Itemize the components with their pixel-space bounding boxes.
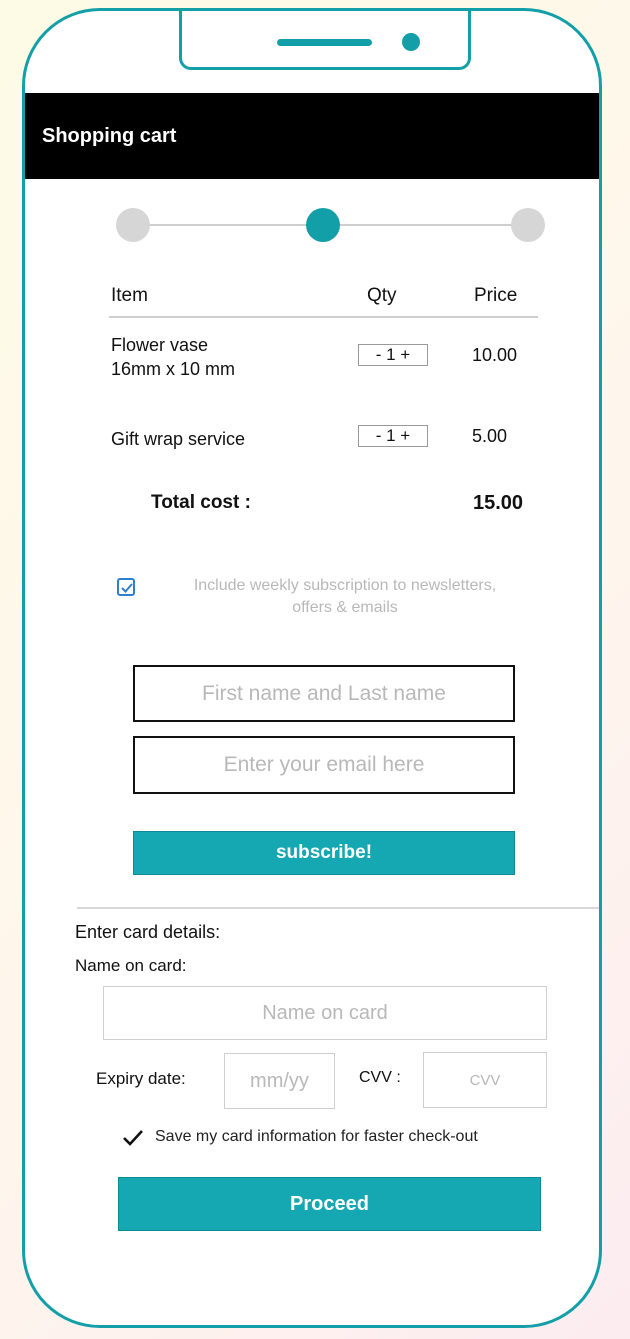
stepper-step-3[interactable] [511, 208, 545, 242]
quantity-stepper[interactable]: - 1 + [358, 425, 428, 447]
expiry-date-input[interactable] [224, 1053, 335, 1109]
phone-notch [179, 11, 471, 70]
proceed-button[interactable]: Proceed [118, 1177, 541, 1231]
table-header-rule [109, 316, 538, 318]
card-section-title: Enter card details: [75, 922, 221, 942]
name-on-card-input[interactable] [103, 986, 547, 1040]
cart-item-detail: 16mm x 10 mm [111, 359, 236, 379]
subscription-checkbox[interactable] [117, 578, 135, 596]
camera-dot [402, 33, 420, 51]
save-card-label: Save my card information for faster chec… [155, 1128, 478, 1145]
cvv-label: CVV : [359, 1069, 401, 1086]
expiry-date-label: Expiry date: [96, 1069, 186, 1088]
total-value: 15.00 [473, 492, 524, 514]
page-title: Shopping cart [42, 125, 177, 147]
subscription-text-line2: offers & emails [292, 599, 398, 616]
stepper-step-2-active[interactable] [306, 208, 340, 242]
subscription-text: Include weekly subscription to newslette… [135, 575, 555, 619]
checkmark-icon [121, 583, 133, 593]
speaker-grille [277, 39, 372, 46]
cart-item-price: 5.00 [472, 426, 508, 446]
column-header-qty: Qty [367, 285, 397, 306]
section-divider [77, 907, 599, 909]
email-input[interactable] [133, 736, 515, 794]
column-header-item: Item [111, 285, 148, 306]
cvv-input[interactable] [423, 1052, 547, 1108]
quantity-stepper[interactable]: - 1 + [358, 344, 428, 366]
checkmark-icon [123, 1130, 143, 1146]
subscription-text-line1: Include weekly subscription to newslette… [193, 577, 497, 594]
app-header: Shopping cart [25, 93, 599, 179]
name-on-card-label: Name on card: [75, 956, 187, 975]
phone-frame: Shopping cart Item Qty Price Flower vase… [22, 8, 602, 1328]
cart-item-price: 10.00 [472, 345, 518, 365]
stepper-step-1[interactable] [116, 208, 150, 242]
cart-item-name: Flower vase [111, 335, 209, 355]
full-name-input[interactable] [133, 665, 515, 722]
column-header-price: Price [474, 285, 518, 306]
save-card-checkbox[interactable] [122, 1127, 144, 1149]
total-label: Total cost : [151, 492, 251, 513]
cart-item-name: Gift wrap service [111, 429, 246, 449]
subscribe-button[interactable]: subscribe! [133, 831, 515, 875]
